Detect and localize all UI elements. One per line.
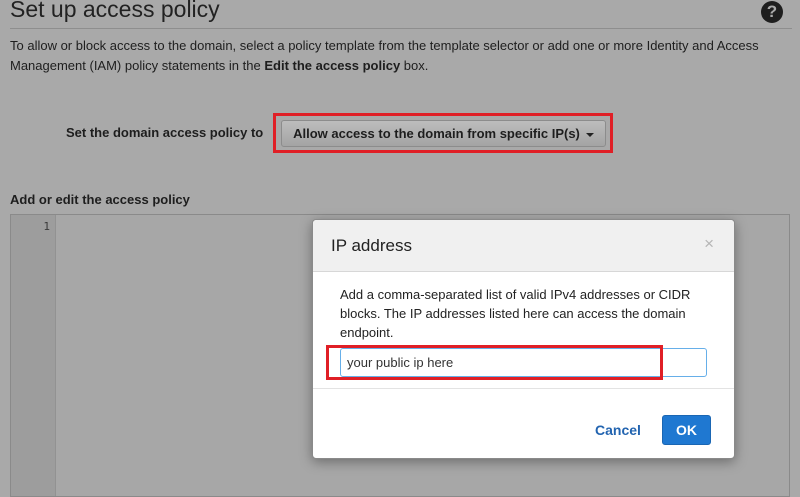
description-bold-text: Edit the access policy [264,58,401,73]
close-icon[interactable]: × [704,234,714,254]
ip-address-dialog: IP address × Add a comma-separated list … [312,219,735,459]
page-description: To allow or block access to the domain, … [10,36,790,76]
dialog-description: Add a comma-separated list of valid IPv4… [340,287,691,340]
policy-selector-label: Set the domain access policy to [66,125,264,140]
editor-label: Add or edit the access policy [10,192,190,207]
ok-button[interactable]: OK [662,415,711,445]
dialog-footer-divider [313,388,734,389]
editor-gutter: 1 [11,215,56,496]
page-title: Set up access policy [10,0,220,22]
dialog-title: IP address [331,236,412,255]
help-icon[interactable]: ? [761,1,783,23]
cancel-button[interactable]: Cancel [585,415,651,445]
highlight-box-dropdown [273,113,613,153]
highlight-box-input [326,345,663,380]
title-divider [10,28,792,29]
line-number: 1 [43,220,50,233]
dialog-header: IP address × [313,220,734,272]
description-suffix: box. [400,58,429,73]
